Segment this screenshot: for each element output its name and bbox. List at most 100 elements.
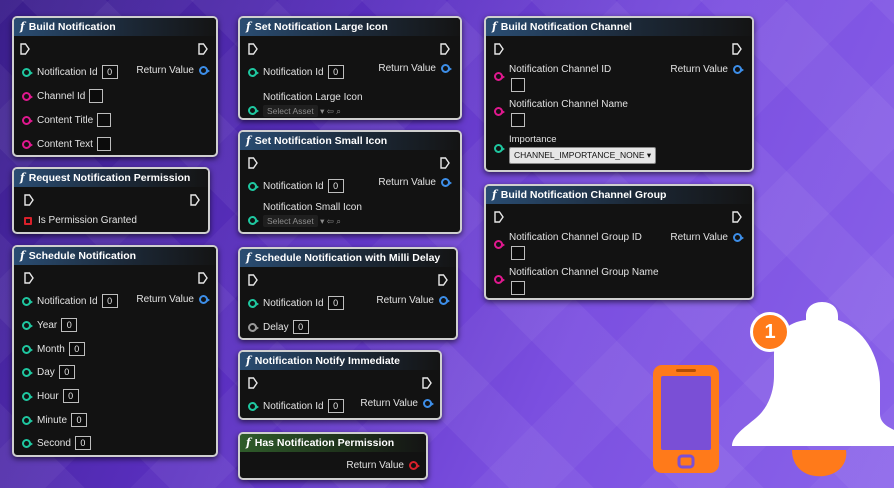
notification-id-pin[interactable] xyxy=(248,181,259,191)
select-asset-label: Select Asset xyxy=(263,215,318,227)
channel-id-pin[interactable] xyxy=(494,72,505,81)
exec-out-pin[interactable] xyxy=(198,272,208,284)
return-value-pin[interactable] xyxy=(409,461,420,470)
has-permission-node[interactable]: f Has Notification Permission Return Valu… xyxy=(238,432,428,480)
year-pin[interactable] xyxy=(22,320,33,330)
importance-value: CHANNEL_IMPORTANCE_NONE xyxy=(514,150,645,160)
notification-id-pin[interactable] xyxy=(248,298,259,308)
delay-pin[interactable] xyxy=(248,322,259,332)
day-input[interactable]: 0 xyxy=(58,365,75,379)
node-header: f Set Notification Large Icon xyxy=(240,18,460,36)
notification-id-pin[interactable] xyxy=(22,67,33,77)
large-icon-asset-picker[interactable]: Select Asset ▾ ⇦ ⌕ xyxy=(263,105,341,117)
notification-id-input[interactable]: 0 xyxy=(327,65,344,79)
channel-group-id-input[interactable] xyxy=(511,246,525,260)
return-value-pin[interactable] xyxy=(441,178,452,187)
channel-name-pin[interactable] xyxy=(494,107,505,116)
year-input[interactable]: 0 xyxy=(61,318,78,332)
return-value-pin[interactable] xyxy=(199,66,210,75)
channel-id-pin[interactable] xyxy=(22,91,33,101)
notification-id-pin[interactable] xyxy=(248,67,259,77)
notification-id-label: Notification Id xyxy=(263,400,324,412)
minute-pin[interactable] xyxy=(22,415,33,425)
exec-in-pin[interactable] xyxy=(24,194,34,206)
exec-out-pin[interactable] xyxy=(438,274,448,286)
small-icon-label: Notification Small Icon xyxy=(263,202,362,213)
hour-input[interactable]: 0 xyxy=(62,389,79,403)
build-notification-node[interactable]: f Build Notification Notification Id 0 Re… xyxy=(12,16,218,157)
set-small-icon-node[interactable]: f Set Notification Small Icon Notificatio… xyxy=(238,130,462,234)
notification-id-input[interactable]: 0 xyxy=(327,179,344,193)
notification-id-input[interactable]: 0 xyxy=(327,296,344,310)
content-text-pin[interactable] xyxy=(22,139,33,149)
importance-row: Importance CHANNEL_IMPORTANCE_NONE ▾ xyxy=(494,134,657,164)
month-pin[interactable] xyxy=(22,344,33,354)
return-value-label: Return Value xyxy=(376,295,434,306)
exec-in-pin[interactable] xyxy=(20,43,30,55)
content-title-row: Content Title xyxy=(22,113,112,127)
exec-in-pin[interactable] xyxy=(248,274,258,286)
minute-input[interactable]: 0 xyxy=(71,413,88,427)
exec-out-pin[interactable] xyxy=(190,194,200,206)
node-title: Request Notification Permission xyxy=(28,172,191,184)
notification-id-label: Notification Id xyxy=(263,297,324,309)
importance-dropdown[interactable]: CHANNEL_IMPORTANCE_NONE ▾ xyxy=(509,147,657,164)
notification-id-input[interactable]: 0 xyxy=(101,65,118,79)
build-channel-node[interactable]: f Build Notification Channel Notification… xyxy=(484,16,754,172)
return-value-pin[interactable] xyxy=(733,233,744,242)
notification-id-pin[interactable] xyxy=(248,401,259,411)
channel-id-input[interactable] xyxy=(511,78,525,92)
return-value-pin[interactable] xyxy=(199,295,210,304)
node-title: Notification Notify Immediate xyxy=(254,355,400,367)
exec-out-pin[interactable] xyxy=(440,157,450,169)
channel-group-id-pin[interactable] xyxy=(494,240,505,249)
small-icon-asset-picker[interactable]: Select Asset ▾ ⇦ ⌕ xyxy=(263,215,341,227)
content-text-input[interactable] xyxy=(96,137,111,151)
exec-out-pin[interactable] xyxy=(422,377,432,389)
is-permission-granted-label: Is Permission Granted xyxy=(38,215,137,226)
second-pin[interactable] xyxy=(22,438,33,448)
exec-in-pin[interactable] xyxy=(248,377,258,389)
minute-row: Minute 0 xyxy=(22,413,88,427)
request-permission-node[interactable]: f Request Notification Permission Is Perm… xyxy=(12,167,210,234)
exec-out-pin[interactable] xyxy=(440,43,450,55)
build-channel-group-node[interactable]: f Build Notification Channel Group Notifi… xyxy=(484,184,754,300)
notification-id-input[interactable]: 0 xyxy=(101,294,118,308)
exec-in-pin[interactable] xyxy=(248,43,258,55)
is-permission-granted-pin[interactable] xyxy=(24,216,32,225)
exec-out-pin[interactable] xyxy=(732,211,742,223)
return-value-label: Return Value xyxy=(670,64,728,75)
channel-id-input[interactable] xyxy=(89,89,104,103)
importance-pin[interactable] xyxy=(494,144,505,153)
channel-group-name-pin[interactable] xyxy=(494,275,505,284)
exec-out-pin[interactable] xyxy=(732,43,742,55)
day-pin[interactable] xyxy=(22,367,33,377)
return-value-pin[interactable] xyxy=(423,399,434,408)
notification-id-pin[interactable] xyxy=(22,296,33,306)
channel-group-name-input[interactable] xyxy=(511,281,525,295)
return-value-pin[interactable] xyxy=(439,296,450,305)
return-value-pin[interactable] xyxy=(441,64,452,73)
notify-immediate-node[interactable]: f Notification Notify Immediate Notificat… xyxy=(238,350,442,420)
exec-in-pin[interactable] xyxy=(24,272,34,284)
second-input[interactable]: 0 xyxy=(74,436,91,450)
hour-pin[interactable] xyxy=(22,391,33,401)
schedule-notification-node[interactable]: f Schedule Notification Notification Id 0… xyxy=(12,245,218,457)
notification-id-input[interactable]: 0 xyxy=(327,399,344,413)
small-icon-pin[interactable] xyxy=(248,216,259,225)
schedule-milli-delay-node[interactable]: f Schedule Notification with Milli Delay … xyxy=(238,247,458,340)
exec-in-pin[interactable] xyxy=(494,211,504,223)
channel-name-input[interactable] xyxy=(511,113,525,127)
large-icon-pin[interactable] xyxy=(248,106,259,115)
delay-input[interactable]: 0 xyxy=(292,320,309,334)
content-title-pin[interactable] xyxy=(22,115,33,125)
exec-out-pin[interactable] xyxy=(198,43,208,55)
content-title-input[interactable] xyxy=(97,113,112,127)
exec-in-pin[interactable] xyxy=(248,157,258,169)
return-value-pin[interactable] xyxy=(733,65,744,74)
importance-label: Importance xyxy=(509,134,557,145)
month-input[interactable]: 0 xyxy=(68,342,85,356)
set-large-icon-node[interactable]: f Set Notification Large Icon Notificatio… xyxy=(238,16,462,120)
exec-in-pin[interactable] xyxy=(494,43,504,55)
minute-label: Minute xyxy=(37,414,68,426)
